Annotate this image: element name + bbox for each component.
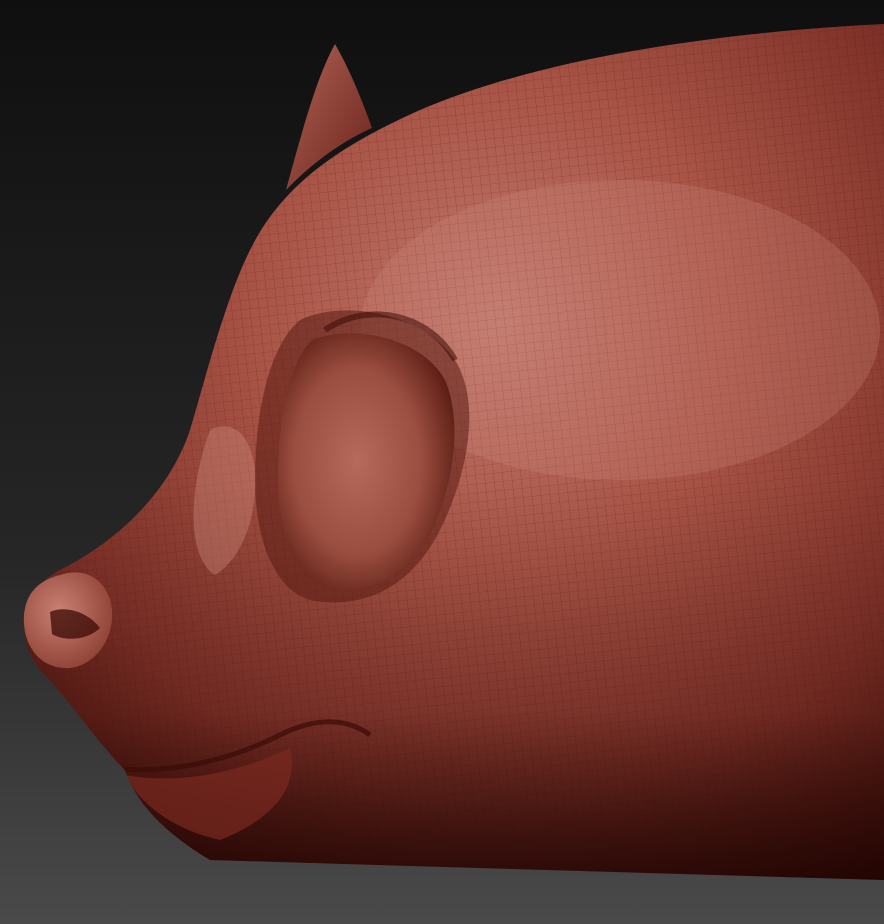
sculpt-viewport[interactable] — [0, 0, 884, 924]
sculpted-head-render — [0, 0, 884, 924]
